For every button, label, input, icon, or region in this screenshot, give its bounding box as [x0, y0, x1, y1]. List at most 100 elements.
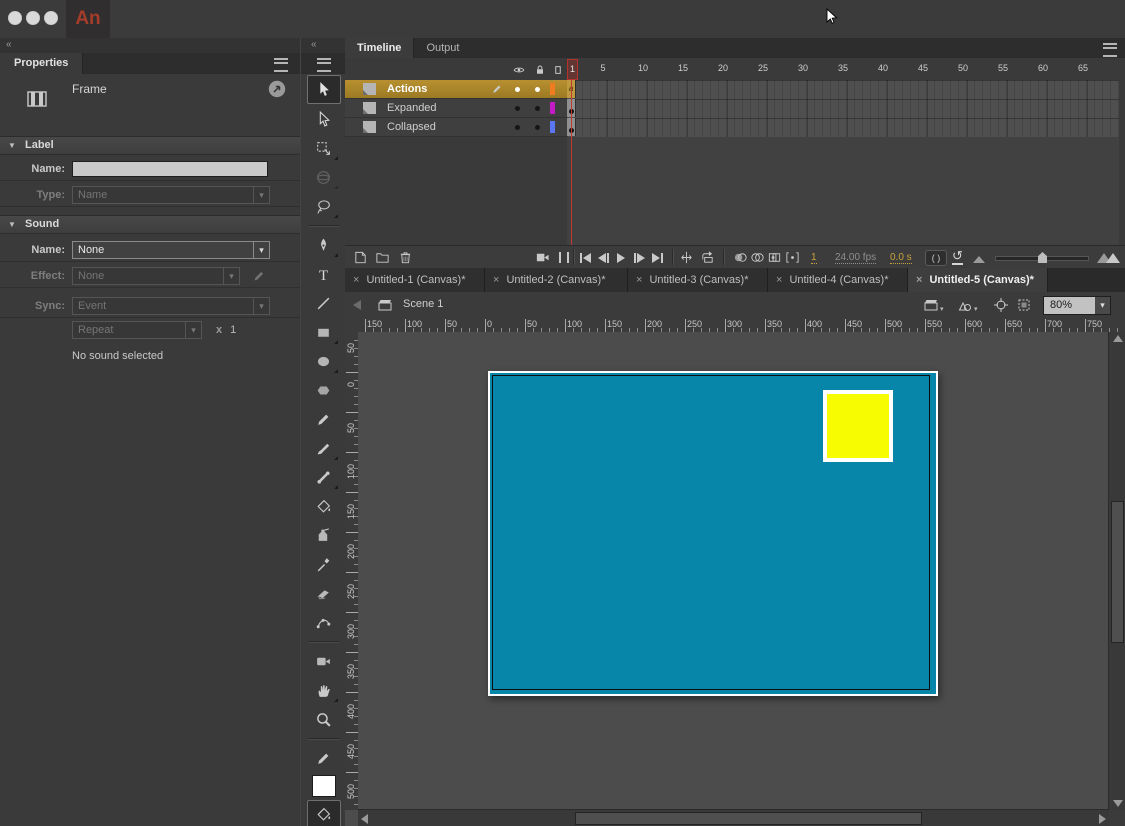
stage-zoom-select[interactable]: 80% ▾: [1043, 296, 1111, 315]
layer-lock-dot[interactable]: [535, 87, 540, 92]
camera-tool[interactable]: [308, 648, 340, 675]
close-tab-icon[interactable]: ×: [636, 274, 642, 286]
clip-content-outside-stage-button[interactable]: [1016, 297, 1032, 313]
layer-outline-color-swatch[interactable]: [550, 83, 555, 95]
step-back-button[interactable]: [598, 252, 609, 263]
subselection-tool[interactable]: [308, 106, 340, 133]
edit-scene-button[interactable]: [923, 297, 939, 313]
layer-outline-color-swatch[interactable]: [550, 102, 555, 114]
close-tab-icon[interactable]: ×: [776, 274, 782, 286]
window-close-button[interactable]: [8, 11, 22, 25]
close-tab-icon[interactable]: ×: [353, 274, 359, 286]
document-tab-1[interactable]: ×Untitled-1 (Canvas)*: [345, 268, 485, 292]
layer-row-collapsed[interactable]: Collapsed: [345, 118, 567, 137]
center-frame-button[interactable]: [679, 250, 695, 265]
label-section-header[interactable]: ▼ Label: [0, 136, 300, 155]
onion-skin-button[interactable]: [733, 250, 749, 265]
center-stage-button[interactable]: [993, 297, 1009, 313]
eyedropper-tool[interactable]: [308, 551, 340, 578]
tab-timeline[interactable]: Timeline: [345, 38, 414, 58]
layer-lock-dot[interactable]: [535, 106, 540, 111]
line-tool[interactable]: [308, 290, 340, 317]
toggle-visibility-column-icon[interactable]: [513, 63, 525, 75]
play-button[interactable]: [617, 252, 625, 263]
layer-visibility-dot[interactable]: [515, 87, 520, 92]
edit-multiple-frames-button[interactable]: [767, 250, 783, 265]
scroll-down-icon[interactable]: [1113, 800, 1123, 807]
close-tab-icon[interactable]: ×: [916, 274, 922, 286]
horizontal-scrollbar[interactable]: [358, 809, 1109, 826]
pencil-tool[interactable]: [308, 406, 340, 433]
stroke-color-pencil[interactable]: [308, 745, 340, 772]
selection-tool[interactable]: [307, 75, 341, 104]
repeat-count-field[interactable]: 1: [230, 324, 236, 336]
playhead[interactable]: [571, 80, 572, 245]
layer-visibility-dot[interactable]: [515, 106, 520, 111]
stage[interactable]: [488, 371, 938, 696]
edit-symbols-button[interactable]: [957, 297, 973, 313]
document-tab-2[interactable]: ×Untitled-2 (Canvas)*: [485, 268, 628, 292]
pause-button[interactable]: [559, 252, 569, 263]
elapsed-time-field[interactable]: 0.0 s: [890, 252, 912, 264]
vertical-scrollbar[interactable]: [1108, 332, 1125, 810]
vertical-scrollbar-thumb[interactable]: [1111, 501, 1124, 643]
edit-in-place-button[interactable]: [268, 80, 286, 98]
new-folder-button[interactable]: [375, 250, 391, 265]
oval-tool[interactable]: [308, 348, 340, 375]
text-tool[interactable]: T: [308, 261, 340, 288]
collapse-panel-icon[interactable]: «: [6, 39, 12, 50]
document-tab-5[interactable]: ×Untitled-5 (Canvas)*: [908, 268, 1048, 292]
window-minimize-button[interactable]: [26, 11, 40, 25]
document-tab-3[interactable]: ×Untitled-3 (Canvas)*: [628, 268, 768, 292]
goto-last-frame-button[interactable]: [652, 252, 663, 263]
polystar-tool[interactable]: [308, 377, 340, 404]
document-tab-4[interactable]: ×Untitled-4 (Canvas)*: [768, 268, 908, 292]
sound-section-header[interactable]: ▼ Sound: [0, 215, 300, 234]
sound-name-select[interactable]: None ▾: [72, 241, 270, 259]
current-frame-field[interactable]: 1: [811, 252, 817, 264]
paint-brush-tool[interactable]: [308, 435, 340, 462]
onion-skin-outlines-button[interactable]: [750, 250, 766, 265]
tab-output[interactable]: Output: [414, 38, 471, 58]
loop-playback-button[interactable]: [535, 250, 551, 265]
frame-view-options-button[interactable]: ( ): [925, 250, 947, 266]
label-name-input[interactable]: [72, 161, 268, 177]
stage-artwork-yellow-rect[interactable]: [823, 390, 893, 462]
collapse-panel-icon[interactable]: «: [311, 39, 317, 50]
paint-bucket-tool[interactable]: [308, 493, 340, 520]
rotation-3d-tool[interactable]: [308, 164, 340, 191]
tools-menu-icon[interactable]: [317, 58, 331, 72]
fill-color-bucket[interactable]: [307, 800, 341, 826]
ink-bottle-tool[interactable]: [308, 522, 340, 549]
horizontal-scrollbar-thumb[interactable]: [575, 812, 922, 825]
hand-tool[interactable]: [308, 677, 340, 704]
goto-first-frame-button[interactable]: [580, 252, 591, 263]
timeline-frame-grid[interactable]: [567, 80, 1119, 137]
layer-visibility-dot[interactable]: [515, 125, 520, 130]
timeline-zoom-slider-thumb[interactable]: [1038, 252, 1047, 263]
modify-markers-button[interactable]: [785, 250, 801, 265]
scroll-right-icon[interactable]: [1099, 814, 1106, 824]
timeline-zoom-in-icon[interactable]: [1097, 253, 1119, 263]
layer-outline-color-swatch[interactable]: [550, 121, 555, 133]
zoom-tool[interactable]: [308, 706, 340, 733]
eraser-tool[interactable]: [308, 580, 340, 607]
back-icon[interactable]: [353, 300, 361, 310]
current-frame-marker[interactable]: 1: [567, 59, 578, 80]
stroke-color-swatch[interactable]: [312, 775, 336, 797]
pen-tool[interactable]: [308, 232, 340, 259]
scroll-up-icon[interactable]: [1113, 335, 1123, 342]
delete-layer-button[interactable]: [398, 250, 414, 265]
reset-timeline-zoom-button[interactable]: ↺: [952, 249, 963, 265]
lasso-tool[interactable]: [308, 193, 340, 220]
tab-properties[interactable]: Properties: [0, 53, 83, 74]
step-forward-button[interactable]: [634, 252, 645, 263]
loop-range-button[interactable]: [700, 250, 716, 265]
toggle-lock-column-icon[interactable]: [534, 63, 546, 75]
timeline-menu-icon[interactable]: [1103, 43, 1117, 57]
layer-row-expanded[interactable]: Expanded: [345, 99, 567, 118]
pasteboard[interactable]: [358, 332, 1109, 810]
outline-view-column-icon[interactable]: [552, 63, 564, 75]
layer-row-actions[interactable]: Actions: [345, 80, 567, 99]
bone-tool[interactable]: [308, 464, 340, 491]
